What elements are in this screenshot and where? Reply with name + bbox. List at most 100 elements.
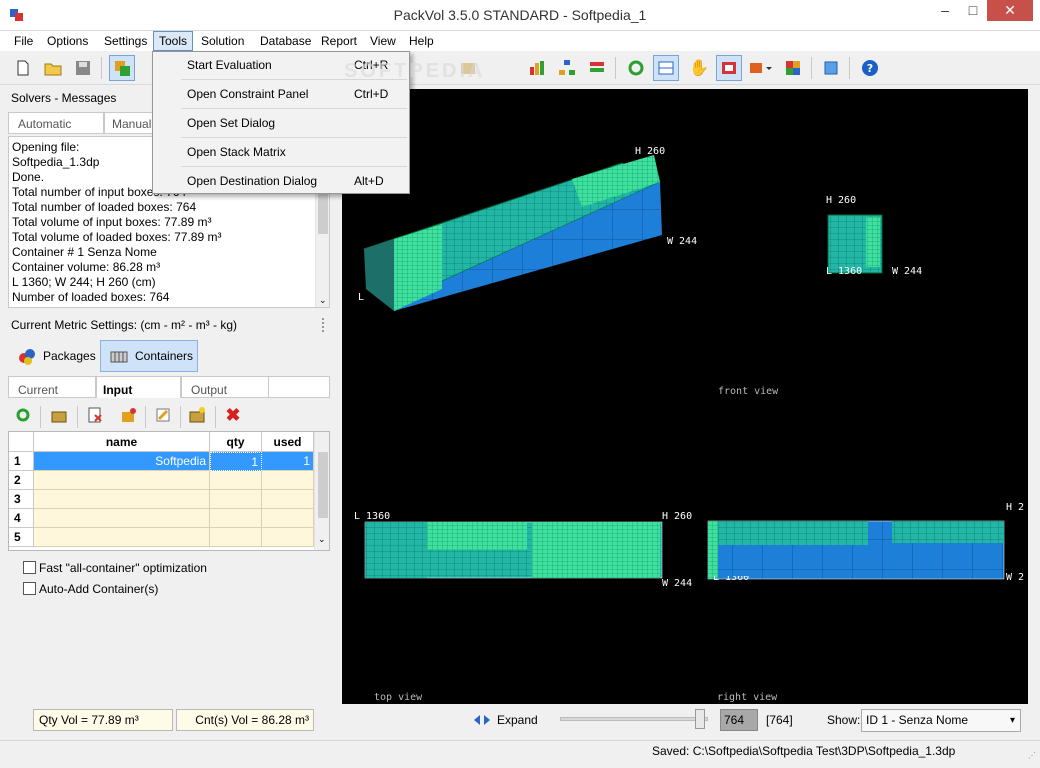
import-icon[interactable] bbox=[116, 402, 142, 428]
save-icon[interactable] bbox=[70, 55, 96, 81]
scroll-thumb[interactable] bbox=[318, 192, 328, 234]
menu-item-open-set-dialog[interactable]: Open Set Dialog bbox=[153, 110, 409, 136]
label-right-h: H 2 bbox=[1006, 502, 1025, 513]
menu-report[interactable]: Report bbox=[316, 31, 362, 51]
chart-icon[interactable] bbox=[524, 55, 550, 81]
scroll-down-icon[interactable]: ⌄ bbox=[319, 293, 327, 307]
solvers-title: Solvers - Messages bbox=[11, 91, 117, 105]
layers-icon[interactable] bbox=[584, 55, 610, 81]
menu-settings[interactable]: Settings bbox=[99, 31, 152, 51]
grid-view-icon[interactable] bbox=[653, 55, 679, 81]
label-right-w: W 2 bbox=[1006, 572, 1025, 583]
table-row[interactable]: 5 bbox=[9, 528, 314, 547]
hand-icon[interactable]: ✋ bbox=[686, 55, 712, 81]
cell-name[interactable] bbox=[34, 509, 210, 528]
cell-name[interactable] bbox=[34, 528, 210, 547]
minimize-button[interactable]: – bbox=[931, 0, 959, 21]
table-row[interactable]: 4 bbox=[9, 509, 314, 528]
menu-bar: File Options Settings Tools Solution Dat… bbox=[0, 31, 1040, 51]
auto-add-checkbox[interactable] bbox=[23, 582, 36, 595]
resize-grip[interactable]: ⋰ bbox=[1028, 751, 1036, 760]
menu-file[interactable]: File bbox=[9, 31, 38, 51]
tab-manual-label: Manual bbox=[112, 117, 152, 131]
menu-view[interactable]: View bbox=[365, 31, 401, 51]
constraint-icon[interactable] bbox=[109, 55, 135, 81]
menu-item-open-stack-matrix[interactable]: Open Stack Matrix bbox=[153, 139, 409, 165]
refresh-green-icon[interactable] bbox=[10, 402, 36, 428]
menu-item-open-constraint-panel[interactable]: Open Constraint Panel Ctrl+D bbox=[153, 81, 409, 107]
splitter-grip[interactable] bbox=[322, 318, 326, 332]
cell-used[interactable] bbox=[262, 471, 314, 490]
tab-output[interactable]: Output bbox=[181, 376, 269, 398]
boxes-slider-track[interactable] bbox=[560, 717, 708, 721]
cell-qty[interactable] bbox=[210, 528, 262, 547]
cell-qty[interactable] bbox=[210, 509, 262, 528]
boxes-count-field[interactable]: 764 bbox=[720, 709, 758, 731]
grid-scrollbar[interactable]: ⌄ bbox=[314, 432, 329, 550]
label-end-l1360: L 1360 bbox=[826, 266, 863, 277]
tab-automatic[interactable]: Automatic bbox=[8, 112, 104, 134]
menu-help[interactable]: Help bbox=[404, 31, 439, 51]
cell-name[interactable] bbox=[34, 490, 210, 509]
boxes-total: [764] bbox=[766, 713, 793, 727]
maximize-button[interactable]: □ bbox=[960, 0, 986, 21]
packages-button[interactable]: Packages bbox=[9, 340, 97, 372]
message-line: Total number of loaded boxes: 764 bbox=[12, 200, 197, 214]
header-qty[interactable]: qty bbox=[210, 432, 262, 452]
new-container-icon[interactable] bbox=[184, 402, 210, 428]
expand-button[interactable]: Expand bbox=[473, 713, 538, 727]
cell-name[interactable] bbox=[34, 471, 210, 490]
table-row[interactable]: 3 bbox=[9, 490, 314, 509]
tab-automatic-label: Automatic bbox=[18, 117, 72, 131]
edit-icon[interactable] bbox=[150, 402, 176, 428]
color-view-icon[interactable] bbox=[716, 55, 742, 81]
palette-icon[interactable] bbox=[780, 55, 806, 81]
refresh-icon[interactable] bbox=[623, 55, 649, 81]
3d-viewport[interactable]: H 260 W 244 L H 260 L 1360 W 244 front v… bbox=[342, 89, 1028, 704]
open-folder-icon[interactable] bbox=[40, 55, 66, 81]
cell-qty[interactable] bbox=[210, 471, 262, 490]
fast-optimization-checkbox[interactable] bbox=[23, 561, 36, 574]
containers-button[interactable]: Containers bbox=[100, 340, 198, 372]
new-file-icon[interactable] bbox=[10, 55, 36, 81]
show-select[interactable]: ID 1 - Senza Nome ▾ bbox=[861, 709, 1021, 732]
cell-used[interactable] bbox=[262, 509, 314, 528]
tab-current[interactable]: Current bbox=[8, 376, 96, 398]
window-title: PackVol 3.5.0 STANDARD - Softpedia_1 bbox=[393, 7, 647, 23]
cell-qty[interactable]: 1 bbox=[210, 452, 262, 471]
fit-view-icon[interactable] bbox=[818, 55, 844, 81]
cell-used[interactable] bbox=[262, 528, 314, 547]
view-controls: Expand 764 [764] Show: ID 1 - Senza Nome… bbox=[340, 704, 1040, 740]
menu-tools[interactable]: Tools bbox=[153, 31, 194, 51]
grid-scroll-thumb[interactable] bbox=[318, 452, 328, 518]
help-icon[interactable]: ? bbox=[857, 55, 883, 81]
menu-solution[interactable]: Solution bbox=[196, 31, 249, 51]
boxes-slider-thumb[interactable] bbox=[695, 709, 705, 729]
cell-used[interactable]: 1 bbox=[262, 452, 314, 471]
close-button[interactable]: ✕ bbox=[987, 0, 1033, 21]
right-view-label: right view bbox=[717, 692, 778, 703]
menu-database[interactable]: Database bbox=[255, 31, 316, 51]
menu-item-open-destination-dialog[interactable]: Open Destination Dialog Alt+D bbox=[153, 168, 409, 194]
message-line: Container volume: 86.28 m³ bbox=[12, 260, 161, 274]
message-line: Total volume of loaded boxes: 77.89 m³ bbox=[12, 230, 222, 244]
tree-icon[interactable] bbox=[554, 55, 580, 81]
menu-options[interactable]: Options bbox=[42, 31, 93, 51]
table-row[interactable]: 2 bbox=[9, 471, 314, 490]
remove-icon[interactable]: ✖ bbox=[220, 402, 246, 428]
scroll-down-icon[interactable]: ⌄ bbox=[318, 534, 326, 545]
header-used[interactable]: used bbox=[262, 432, 314, 452]
auto-add-label: Auto-Add Container(s) bbox=[39, 582, 159, 596]
label-end-w244: W 244 bbox=[892, 266, 923, 277]
delete-item-icon[interactable] bbox=[82, 402, 108, 428]
paint-dropdown-icon[interactable] bbox=[746, 55, 776, 81]
header-name[interactable]: name bbox=[34, 432, 210, 452]
table-row[interactable]: 1 Softpedia 1 1 bbox=[9, 452, 314, 471]
packing-views bbox=[363, 155, 1005, 580]
front-view-label: front view bbox=[718, 386, 779, 397]
add-container-icon[interactable] bbox=[46, 402, 72, 428]
cell-name[interactable]: Softpedia bbox=[34, 452, 210, 471]
cell-used[interactable] bbox=[262, 490, 314, 509]
tab-input[interactable]: Input bbox=[96, 376, 181, 398]
cell-qty[interactable] bbox=[210, 490, 262, 509]
